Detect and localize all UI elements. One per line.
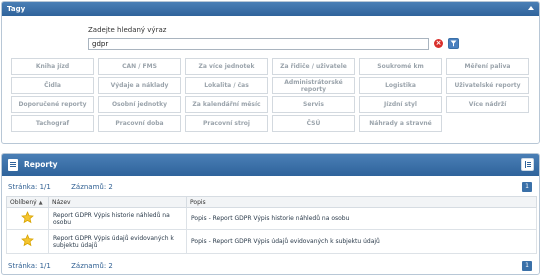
page-indicator: Stránka: 1/1 [8, 262, 51, 270]
tag-button[interactable]: Více nádrží [446, 96, 529, 113]
column-header-description[interactable]: Popis [186, 196, 537, 208]
tag-button[interactable]: CAN / FMS [98, 58, 181, 75]
reports-table: Oblíbený ▲ Název Popis Report GDPR Výpis … [6, 196, 537, 254]
clear-search-icon[interactable]: × [434, 39, 443, 48]
tag-button[interactable]: Měření paliva [446, 58, 529, 75]
page-button[interactable]: 1 [522, 261, 532, 271]
reports-panel-title: Reporty [24, 160, 58, 169]
tags-panel-header[interactable]: Tagy [2, 2, 539, 16]
tag-grid: Kniha jízd CAN / FMS Za více jednotek Za ři… [11, 58, 533, 132]
record-count: Záznamů: 2 [71, 183, 113, 191]
export-icon[interactable] [521, 158, 534, 171]
tag-button[interactable]: Servis [272, 96, 355, 113]
tag-button[interactable]: Za kalendářní měsíc [185, 96, 268, 113]
tags-panel-title: Tagy [7, 5, 26, 13]
table-row[interactable]: Report GDPR Výpis údajů evidovaných k su… [6, 229, 537, 254]
tag-button[interactable]: Pracovní doba [98, 115, 181, 132]
column-header-name[interactable]: Název [48, 196, 187, 208]
tag-button[interactable]: Osobní jednotky [98, 96, 181, 113]
tag-button[interactable]: Za více jednotek [185, 58, 268, 75]
record-count: Záznamů: 2 [71, 262, 113, 270]
search-input[interactable] [88, 38, 429, 50]
star-icon[interactable] [21, 234, 34, 247]
tag-button[interactable]: Pracovní stroj [185, 115, 268, 132]
tag-button[interactable]: Soukromé km [359, 58, 442, 75]
tag-button[interactable]: Za řidiče / uživatele [272, 58, 355, 75]
star-icon[interactable] [21, 211, 34, 224]
tag-button[interactable]: Jízdní styl [359, 96, 442, 113]
report-description: Popis - Report GDPR Výpis historie náhle… [186, 207, 537, 230]
search-label: Zadejte hledaný výraz [88, 26, 167, 34]
report-description: Popis - Report GDPR Výpis údajů evidovan… [186, 229, 537, 254]
column-header-favorite[interactable]: Oblíbený ▲ [6, 196, 49, 208]
filter-icon[interactable] [448, 38, 459, 49]
report-name[interactable]: Report GDPR Výpis údajů evidovaných k su… [48, 229, 187, 254]
page-indicator: Stránka: 1/1 [8, 183, 51, 191]
tags-panel: Tagy Zadejte hledaný výraz × Kniha jízdC… [1, 1, 540, 144]
report-name[interactable]: Report GDPR Výpis historie náhledů na os… [48, 207, 187, 230]
tag-button[interactable]: Čidla [11, 77, 94, 94]
table-row[interactable]: Report GDPR Výpis historie náhledů na os… [6, 207, 537, 230]
tag-button[interactable]: Uživatelské reporty [446, 77, 529, 94]
reports-panel: Reporty Stránka: 1/1 Záznamů: 2 1 Oblíbe… [1, 153, 540, 275]
tag-button[interactable]: Výdaje a náklady [98, 77, 181, 94]
favorite-cell[interactable] [6, 229, 49, 254]
tag-button[interactable]: ČSÚ [272, 115, 355, 132]
reports-panel-header: Reporty [2, 154, 539, 176]
tag-button[interactable]: Tachograf [11, 115, 94, 132]
collapse-icon[interactable] [528, 6, 534, 10]
favorite-cell[interactable] [6, 207, 49, 230]
tag-button[interactable]: Kniha jízd [11, 58, 94, 75]
tag-button[interactable]: Administrátorské reporty [272, 77, 355, 94]
tag-button[interactable]: Náhrady a stravné [359, 115, 442, 132]
report-list-icon [8, 159, 18, 171]
pager-bottom: Stránka: 1/1 Záznamů: 2 [8, 262, 131, 270]
pager-top: Stránka: 1/1 Záznamů: 2 [8, 183, 131, 191]
page-button[interactable]: 1 [522, 182, 532, 192]
tag-button[interactable]: Lokalita / čas [185, 77, 268, 94]
tag-button[interactable]: Doporučené reporty [11, 96, 94, 113]
sort-asc-icon: ▲ [38, 199, 43, 206]
tag-button[interactable]: Logistika [359, 77, 442, 94]
